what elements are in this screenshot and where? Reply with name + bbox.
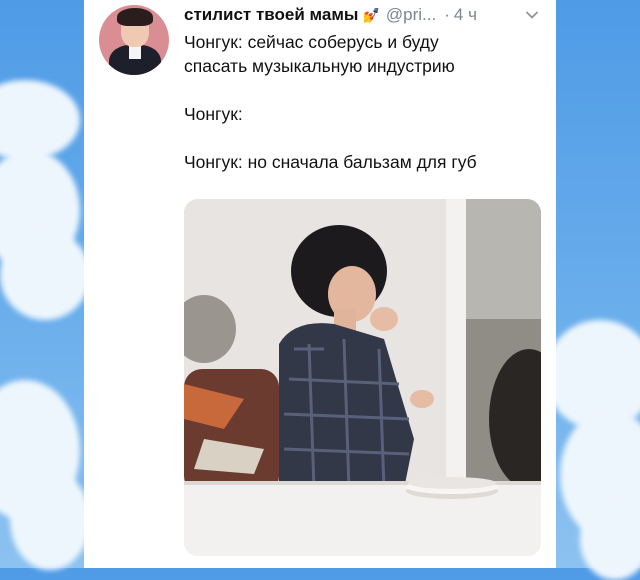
avatar-hair — [117, 8, 153, 26]
nail-polish-icon: 💅 — [362, 6, 380, 23]
handle[interactable]: @pri... — [386, 5, 436, 25]
photo-illustration — [184, 199, 541, 556]
avatar-collar — [129, 45, 141, 59]
tweet-line: Чонгук: — [184, 104, 243, 124]
tweet-line: Чонгук: но сначала бальзам для губ — [184, 152, 477, 172]
tweet-text: Чонгук: сейчас соберусь и буду спасать м… — [184, 30, 544, 174]
chevron-down-icon[interactable] — [524, 7, 540, 23]
separator-dot: · — [444, 5, 450, 24]
tweet-photo[interactable] — [184, 199, 541, 556]
tweet-line: спасать музыкальную индустрию — [184, 56, 455, 76]
cloud — [580, 500, 640, 580]
tweet-card[interactable]: стилист твоей мамы 💅 @pri... · 4 ч Чонгу… — [84, 0, 556, 568]
display-name[interactable]: стилист твоей мамы — [184, 5, 358, 25]
avatar[interactable] — [99, 5, 169, 75]
cloud — [10, 470, 90, 570]
tweet-line: Чонгук: сейчас соберусь и буду — [184, 32, 439, 52]
cloud — [0, 230, 90, 320]
timestamp[interactable]: 4 ч — [454, 5, 477, 25]
cloud — [0, 80, 80, 160]
tweet-header: стилист твоей мамы 💅 @pri... · 4 ч — [184, 4, 544, 26]
